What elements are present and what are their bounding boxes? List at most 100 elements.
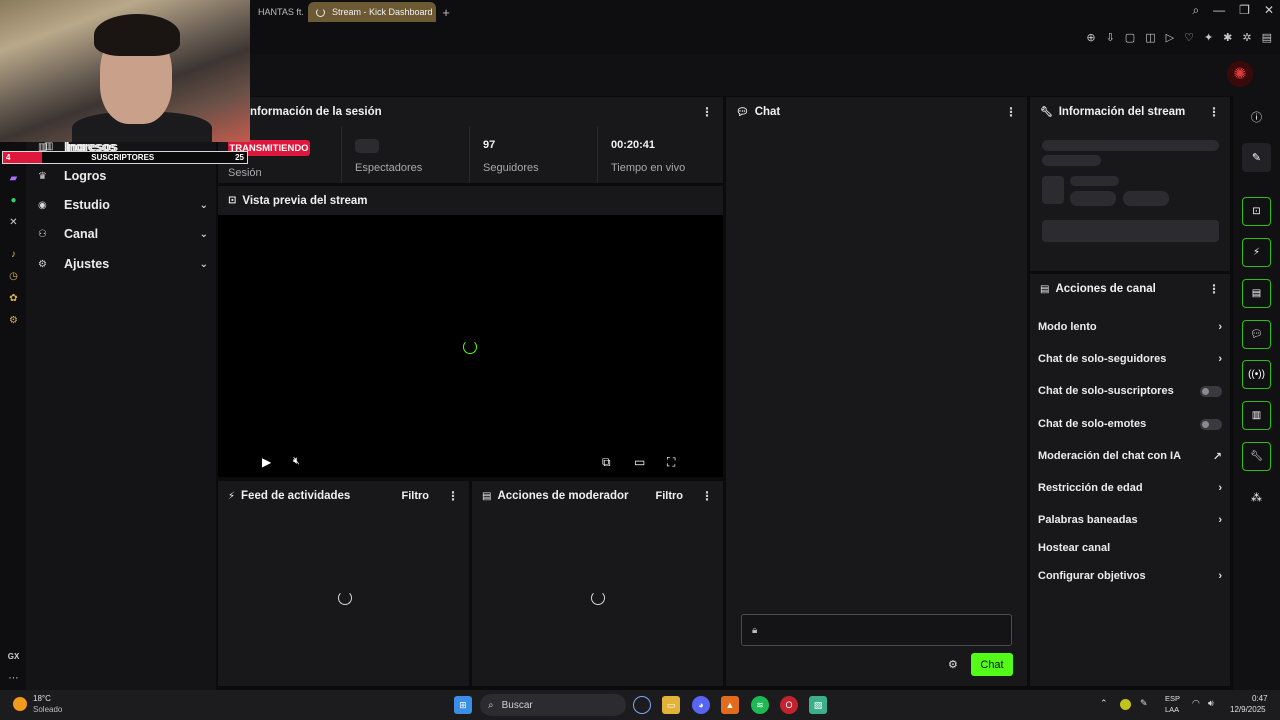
chevron-right-icon: › <box>1218 321 1222 333</box>
search-icon[interactable]: ⌕ <box>1192 3 1199 18</box>
filter-button[interactable]: Filtro <box>656 490 684 502</box>
add-widget-icon[interactable]: ⁂ <box>1242 483 1271 512</box>
paw-icon[interactable]: ✿ <box>7 292 20 305</box>
clock-icon[interactable]: ◷ <box>7 270 20 283</box>
snapshot-icon[interactable]: ▢ <box>1125 31 1135 44</box>
x-icon[interactable]: ✕ <box>7 216 20 229</box>
extension-icon[interactable]: ✦ <box>1204 31 1213 44</box>
cortana-icon[interactable] <box>633 696 651 714</box>
trophy-icon: ♛ <box>38 170 47 182</box>
kebab-menu-icon[interactable]: ⋮ <box>1005 105 1017 119</box>
quick-document-icon[interactable]: ▤ <box>1242 279 1271 308</box>
guitar-icon[interactable]: ♪ <box>7 248 20 261</box>
settings-icon[interactable]: ⚙ <box>7 314 20 327</box>
extension-icon[interactable]: ✱ <box>1223 31 1232 44</box>
studio-icon: ◉ <box>38 199 47 211</box>
quick-chat-icon[interactable]: 💬︎ <box>1242 320 1271 349</box>
chat-settings-icon[interactable]: ⚙ <box>948 658 958 671</box>
action-age-restriction[interactable]: Restricción de edad › <box>1038 478 1222 498</box>
quick-channel-actions-icon[interactable]: ▥ <box>1242 401 1271 430</box>
action-configure-goals[interactable]: Configurar objetivos › <box>1038 566 1222 586</box>
more-icon[interactable]: ⋯ <box>7 672 20 685</box>
vlc-icon[interactable]: ▲ <box>721 696 739 714</box>
play-icon[interactable]: ▶ <box>262 455 271 469</box>
image-viewer-icon[interactable]: ▨ <box>809 696 827 714</box>
file-explorer-icon[interactable]: ▭ <box>662 696 680 714</box>
live-time-stat-cell: 00:20:41 Tiempo en vivo <box>599 127 723 183</box>
goal-label: SUSCRIPTORES <box>91 153 155 162</box>
panel-title: nformación de la sesión <box>250 106 382 118</box>
chevron-up-icon[interactable]: ⌃ <box>1100 698 1108 709</box>
action-followers-only-chat[interactable]: Chat de solo-seguidores › <box>1038 349 1222 369</box>
action-banned-words[interactable]: Palabras baneadas › <box>1038 510 1222 530</box>
play-icon[interactable]: ▷ <box>1166 31 1174 44</box>
restore-icon[interactable]: ❐ <box>1239 3 1250 18</box>
activity-feed-panel <box>218 481 469 686</box>
sidebar-item-estudio[interactable]: ◉ Estudio ⌄ <box>38 193 208 217</box>
edit-icon[interactable]: ✎ <box>1242 143 1271 172</box>
quick-lightning-icon[interactable]: ⚡︎ <box>1242 238 1271 267</box>
twitch-icon[interactable]: ▰ <box>7 172 20 185</box>
info-icon[interactable]: ⓘ <box>1242 102 1271 131</box>
language-top[interactable]: ESP <box>1165 694 1180 703</box>
weather-sun-icon[interactable] <box>13 697 27 711</box>
sidebar-item-logros[interactable]: ♛ Logros <box>38 164 208 188</box>
picture-in-picture-icon[interactable]: ⧉ <box>602 455 611 470</box>
quick-broadcast-icon[interactable]: ((•)) <box>1242 360 1271 389</box>
channel-avatar-icon[interactable]: ✺ <box>1227 61 1253 87</box>
clock-time[interactable]: 0:47 <box>1252 694 1268 703</box>
fullscreen-icon[interactable]: ⛶ <box>667 455 675 470</box>
whatsapp-icon[interactable]: ● <box>7 194 20 207</box>
kebab-menu-icon[interactable]: ⋮ <box>447 489 459 503</box>
skeleton-pill <box>1070 191 1116 206</box>
action-slow-mode[interactable]: Modo lento › <box>1038 317 1222 337</box>
chat-message-input[interactable]: 🔒︎ <box>741 614 1012 646</box>
chat-header: 💬︎ Chat ⋮ <box>726 97 1027 127</box>
moderator-actions-panel <box>472 481 723 686</box>
action-ai-chat-moderation[interactable]: Moderación del chat con IA ↗ <box>1038 446 1222 466</box>
pen-tray-icon[interactable]: ✎ <box>1140 698 1148 709</box>
wifi-icon[interactable]: ◠ <box>1192 698 1200 709</box>
emotes-only-toggle[interactable] <box>1200 418 1222 430</box>
viewers-stat-cell: Espectadores <box>343 127 470 183</box>
filter-button[interactable]: Filtro <box>402 490 430 502</box>
browser-tab-active[interactable]: Stream - Kick Dashboard <box>308 2 436 22</box>
opera-gx-icon[interactable]: O <box>780 696 798 714</box>
kebab-menu-icon[interactable]: ⋮ <box>1208 105 1220 119</box>
sidebar-icon[interactable]: ▤ <box>1262 31 1272 44</box>
windows-start-icon[interactable]: ⊞ <box>454 696 472 714</box>
heart-icon[interactable]: ♡ <box>1184 31 1194 44</box>
mute-icon[interactable]: 🔇︎ <box>293 455 300 468</box>
discord-icon[interactable]: ◕ <box>692 696 710 714</box>
webcam-overlay <box>0 0 250 142</box>
chevron-down-icon: ⌄ <box>199 258 208 270</box>
close-icon[interactable]: ✕ <box>1264 3 1274 18</box>
quick-preview-icon[interactable]: ⊡ <box>1242 197 1271 226</box>
zoom-icon[interactable]: ⊕ <box>1086 31 1095 44</box>
pin-icon[interactable]: ⇩ <box>1106 31 1115 44</box>
session-label: Sesión <box>228 167 262 179</box>
kebab-menu-icon[interactable]: ⋮ <box>701 489 713 503</box>
gx-label: GX <box>7 652 20 661</box>
quick-wrench-icon[interactable]: 🔧︎ <box>1242 442 1271 471</box>
subscribers-only-toggle[interactable] <box>1200 385 1222 397</box>
minimize-icon[interactable]: — <box>1213 3 1225 18</box>
chevron-right-icon: › <box>1218 514 1222 526</box>
volume-icon[interactable]: 🔊︎ <box>1208 698 1214 709</box>
extension-icon[interactable]: ✲ <box>1242 31 1251 44</box>
theater-mode-icon[interactable]: ▭ <box>634 455 645 469</box>
kebab-menu-icon[interactable]: ⋮ <box>701 105 713 119</box>
action-host-channel[interactable]: Hostear canal <box>1038 538 1222 558</box>
sidebar-item-ajustes[interactable]: ⚙ Ajustes ⌄ <box>38 252 208 276</box>
bookmark-icon[interactable]: ◫ <box>1145 31 1155 44</box>
tray-app-icon[interactable] <box>1120 699 1131 710</box>
chat-send-button[interactable]: Chat <box>971 653 1013 676</box>
kebab-menu-icon[interactable]: ⋮ <box>1208 282 1220 296</box>
new-tab-button[interactable]: + <box>438 2 454 22</box>
taskbar-search[interactable]: ⌕ Buscar <box>480 694 626 716</box>
sidebar-item-canal[interactable]: ⚇ Canal ⌄ <box>38 222 208 246</box>
session-info-header: nformación de la sesión ⋮ <box>218 97 723 127</box>
browser-tab-previous[interactable]: HANTAS ft. A <box>250 2 306 22</box>
spotify-icon[interactable]: ≋ <box>751 696 769 714</box>
panel-title: Acciones de moderador <box>497 490 629 502</box>
